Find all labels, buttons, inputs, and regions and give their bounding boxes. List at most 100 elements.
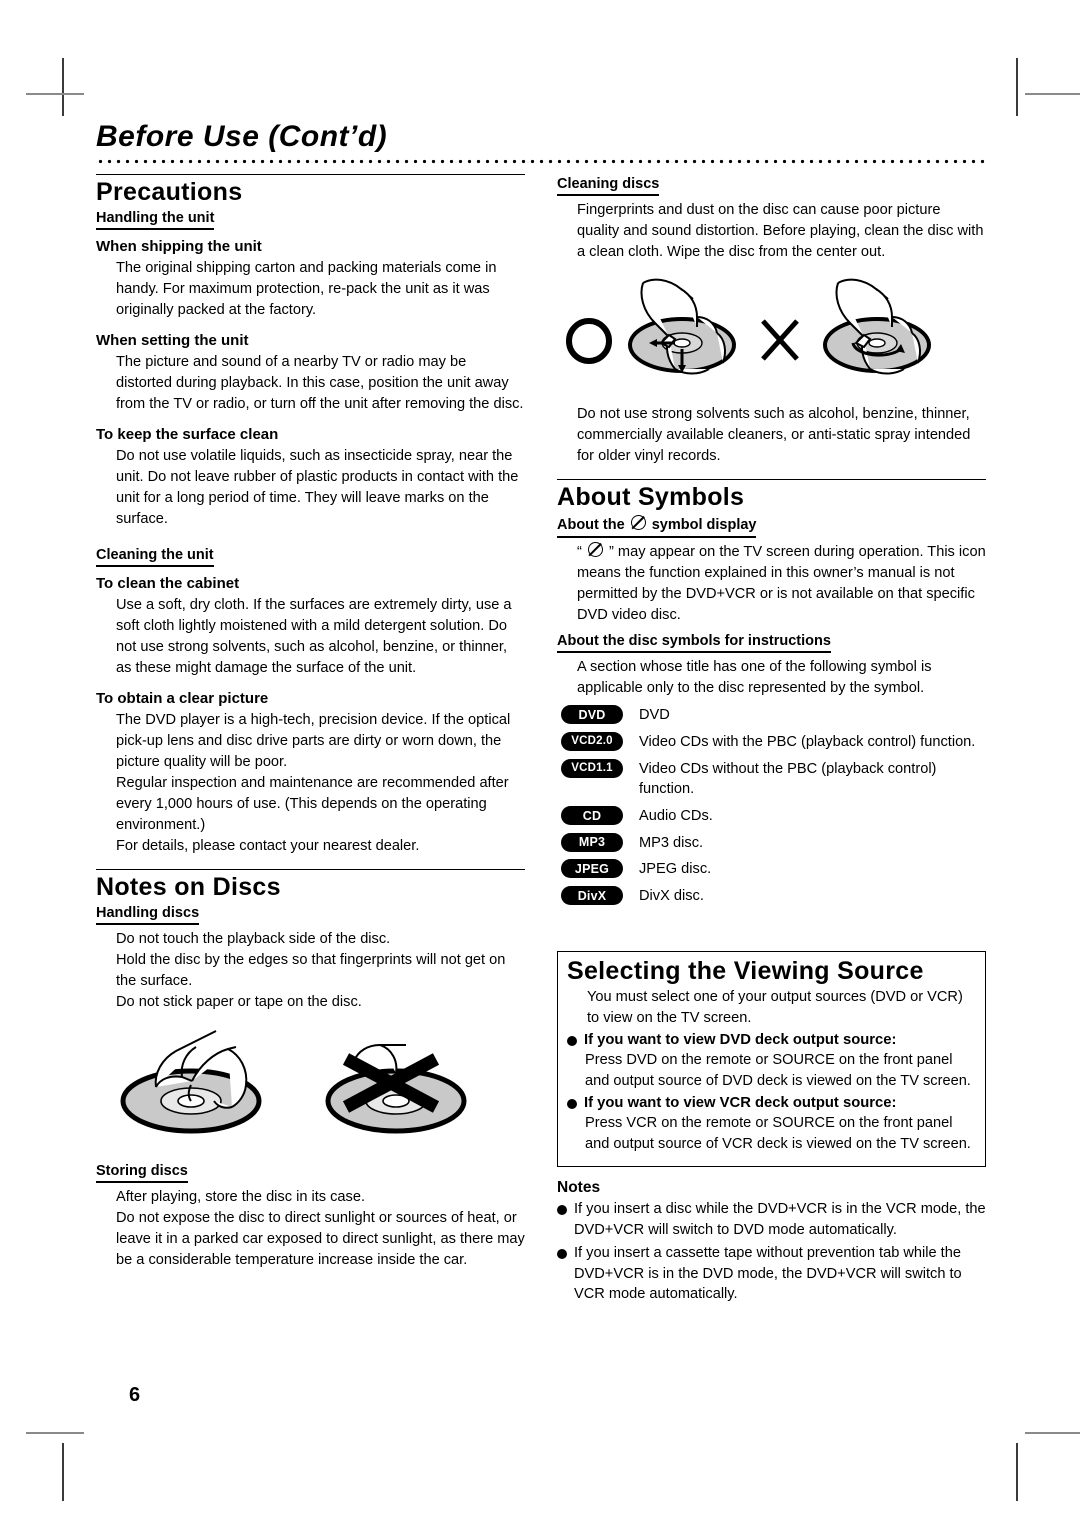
disc-symbol-row: CD Audio CDs. (561, 804, 986, 827)
prohibition-symbol-icon (630, 515, 646, 531)
topic-body-when-shipping: The original shipping carton and packing… (116, 260, 497, 319)
note-item: If you insert a disc while the DVD+VCR i… (557, 1199, 986, 1240)
viewing-source-box: Selecting the Viewing Source You must se… (557, 950, 986, 1168)
badge-dvd: DVD (561, 705, 623, 725)
topic-title-obtain-clear-picture: To obtain a clear picture (96, 689, 269, 707)
topic-title-clean-cabinet: To clean the cabinet (96, 575, 240, 593)
disc-crossed-out-icon (325, 1043, 467, 1134)
handling-discs-line-2: Hold the disc by the edges so that finge… (116, 951, 506, 989)
cross-bad-icon (761, 319, 799, 362)
crop-mark-top-left-horizontal (26, 93, 84, 95)
section-heading-precautions: Precautions (96, 174, 525, 206)
symbol-display-body: “ ” may appear on the TV screen during o… (577, 541, 986, 626)
badge-cd: CD (561, 806, 623, 826)
hand-holding-disc-icon (120, 1030, 262, 1134)
crop-mark-bottom-left-vertical (62, 1443, 64, 1501)
disc-symbol-list: DVD DVD VCD2.0 Video CDs with the PBC (p… (561, 703, 986, 907)
disc-symbol-row: DVD DVD (561, 703, 986, 726)
storing-discs-line-2: Do not expose the disc to direct sunligh… (116, 1210, 525, 1269)
crop-mark-top-left-vertical (62, 58, 64, 116)
section-heading-notes-on-discs: Notes on Discs (96, 868, 525, 901)
crop-mark-bottom-right-vertical (1016, 1443, 1018, 1501)
disc-symbol-row: DivX DivX disc. (561, 884, 986, 907)
disc-symbol-desc-dvd: DVD (639, 707, 670, 724)
disc-symbol-row: MP3 MP3 disc. (561, 831, 986, 854)
subheading-handling-discs: Handling discs (96, 905, 200, 925)
cleaning-discs-solvent-warning: Do not use strong solvents such as alcoh… (577, 406, 971, 465)
notes-heading: Notes (557, 1179, 601, 1197)
topic-body-obtain-clear-picture-1: The DVD player is a high-tech, precision… (116, 711, 511, 770)
symbol-display-quote-open: “ (577, 543, 582, 560)
subheading-symbol-display: About the symbol display (557, 515, 757, 538)
subheading-storing-discs: Storing discs (96, 1163, 188, 1184)
symbol-display-body-text: ” may appear on the TV screen during ope… (577, 543, 986, 623)
right-column: Cleaning discs Fingerprints and dust on … (557, 174, 986, 1307)
viewing-source-bullet-dvd: If you want to view DVD deck output sour… (567, 1031, 976, 1050)
crop-mark-top-right-vertical (1016, 58, 1018, 116)
dotted-divider (96, 159, 986, 164)
viewing-source-intro: You must select one of your output sourc… (587, 988, 963, 1026)
disc-symbol-desc-mp3: MP3 disc. (639, 834, 704, 851)
viewing-source-bullet-vcr-label: If you want to view VCR deck output sour… (584, 1095, 892, 1112)
viewing-source-bullet-dvd-body: Press DVD on the remote or SOURCE on the… (585, 1052, 971, 1090)
disc-symbol-row: VCD1.1 Video CDs without the PBC (playba… (561, 757, 986, 800)
page-content: Before Use (Cont’d) Precautions Handling… (96, 120, 986, 1307)
disc-symbol-desc-jpeg: JPEG disc. (639, 861, 712, 878)
subheading-symbol-display-before: About the (557, 517, 625, 534)
section-heading-viewing-source: Selecting the Viewing Source (567, 956, 924, 985)
note-item: If you insert a cassette tape without pr… (557, 1243, 986, 1305)
note-text-2: If you insert a cassette tape without pr… (574, 1244, 962, 1303)
page-number: 6 (129, 1384, 141, 1406)
wipe-disc-circular-bad-icon (823, 279, 931, 375)
topic-body-keep-surface-clean: Do not use volatile liquids, such as ins… (116, 447, 519, 527)
bullet-dot-icon (567, 1035, 577, 1046)
handling-discs-illustration-svg (120, 1030, 467, 1134)
crop-mark-top-right-horizontal (1025, 93, 1080, 95)
viewing-source-bullet-dvd-label: If you want to view DVD deck output sour… (584, 1031, 892, 1048)
cleaning-discs-illustration-svg (566, 279, 931, 375)
subheading-cleaning-the-unit: Cleaning the unit (96, 547, 214, 568)
topic-body-obtain-clear-picture-3: For details, please contact your nearest… (116, 837, 420, 854)
prohibition-symbol-icon-inline (587, 541, 603, 557)
bullet-dot-icon (557, 1248, 567, 1259)
bullet-dot-icon (557, 1205, 567, 1216)
subheading-handling-the-unit: Handling the unit (96, 210, 215, 231)
badge-divx: DivX (561, 886, 623, 906)
note-text-1: If you insert a disc while the DVD+VCR i… (574, 1201, 986, 1239)
page-title: Before Use (Cont’d) (96, 120, 388, 153)
badge-vcd11: VCD1.1 (561, 758, 623, 778)
topic-body-clean-cabinet: Use a soft, dry cloth. If the surfaces a… (116, 596, 512, 676)
viewing-source-bullet-vcr-body: Press VCR on the remote or SOURCE on the… (585, 1115, 971, 1153)
cleaning-discs-body: Fingerprints and dust on the disc can ca… (577, 202, 984, 261)
disc-symbol-desc-vcd20: Video CDs with the PBC (playback control… (639, 733, 976, 750)
badge-mp3: MP3 (561, 832, 623, 852)
subheading-disc-symbols: About the disc symbols for instructions (557, 633, 831, 654)
cleaning-discs-illustration (557, 273, 986, 398)
crop-mark-bottom-left-horizontal (26, 1432, 84, 1434)
disc-symbols-intro: A section whose title has one of the fol… (577, 659, 932, 697)
crop-mark-bottom-right-horizontal (1025, 1432, 1080, 1434)
disc-symbol-desc-vcd11: Video CDs without the PBC (playback cont… (639, 760, 937, 798)
disc-symbol-row: VCD2.0 Video CDs with the PBC (playback … (561, 730, 986, 753)
two-column-layout: Precautions Handling the unit When shipp… (96, 174, 986, 1307)
topic-body-obtain-clear-picture-2: Regular inspection and maintenance are r… (116, 774, 509, 833)
bullet-dot-icon (567, 1099, 577, 1110)
topic-title-when-shipping: When shipping the unit (96, 238, 262, 256)
disc-symbol-desc-divx: DivX disc. (639, 888, 704, 905)
subheading-cleaning-discs: Cleaning discs (557, 176, 660, 197)
handling-discs-line-3: Do not stick paper or tape on the disc. (116, 993, 362, 1010)
topic-title-when-setting: When setting the unit (96, 332, 249, 350)
badge-jpeg: JPEG (561, 859, 623, 879)
wipe-disc-center-out-ok-icon (628, 279, 736, 375)
viewing-source-bullet-vcr: If you want to view VCR deck output sour… (567, 1094, 976, 1113)
section-heading-about-symbols: About Symbols (557, 479, 986, 511)
storing-discs-line-1: After playing, store the disc in its cas… (116, 1189, 366, 1206)
topic-body-when-setting: The picture and sound of a nearby TV or … (116, 353, 524, 412)
circle-ok-icon (566, 318, 612, 365)
topic-title-keep-surface-clean: To keep the surface clean (96, 425, 279, 443)
badge-vcd20: VCD2.0 (561, 731, 623, 751)
disc-symbol-desc-cd: Audio CDs. (639, 808, 713, 825)
disc-symbol-row: JPEG JPEG disc. (561, 857, 986, 880)
handling-discs-line-1: Do not touch the playback side of the di… (116, 930, 391, 947)
left-column: Precautions Handling the unit When shipp… (96, 174, 525, 1271)
